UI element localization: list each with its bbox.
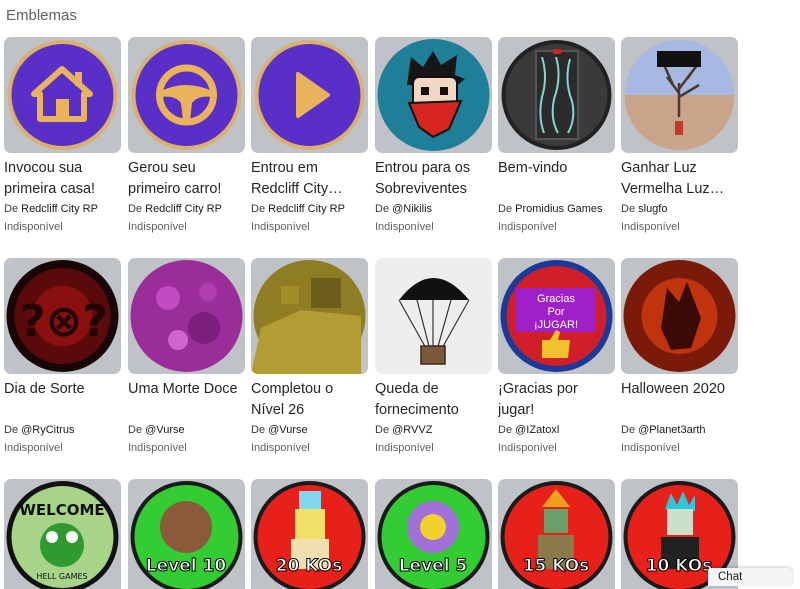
play-icon[interactable] (251, 37, 368, 153)
creator-link[interactable]: @RyCitrus (21, 424, 74, 436)
badge-card[interactable]: 15 KOs (498, 479, 615, 589)
badge-art-text: 20 KOs (276, 556, 343, 576)
badge-art-text: 10 KOs (646, 556, 713, 576)
badge-row: Invocou sua primeira casa! De Redcliff C… (4, 37, 744, 257)
badge-art-text: WELCOME (19, 501, 104, 519)
badge-art-text: Level 5 (399, 556, 468, 576)
badge-card[interactable]: Level 10 (128, 479, 245, 589)
creator-link[interactable]: Promidius Games (515, 203, 602, 215)
parachute-crate-icon[interactable] (375, 258, 492, 374)
badge-status: Indisponível (128, 442, 187, 454)
badge-art-text: Level 10 (146, 556, 227, 576)
badge-name[interactable]: Halloween 2020 (621, 379, 738, 421)
thumbs-up-icon[interactable]: Gracias Por ¡JUGAR! (498, 258, 615, 374)
badge-status: Indisponível (621, 221, 680, 233)
creator-link[interactable]: @Nikilis (392, 203, 432, 215)
badge-creator: De Redcliff City RP (128, 203, 222, 215)
badge-card[interactable]: Ganhar Luz Vermelha Luz… De slugfo Indis… (621, 37, 738, 233)
badge-name[interactable]: Invocou sua primeira casa! (4, 158, 121, 200)
badge-creator: De @Vurse (128, 424, 185, 436)
house-icon[interactable] (4, 37, 121, 153)
badge-creator: De Promidius Games (498, 203, 603, 215)
survivor-face-icon[interactable] (375, 37, 492, 153)
level-5-icon[interactable]: Level 5 (375, 479, 492, 589)
badge-row: ?⊗? Dia de Sorte De @RyCitrus Indisponív… (4, 258, 744, 478)
creator-link[interactable]: Redcliff City RP (268, 203, 345, 215)
badge-row: WELCOME HELL GAMES Level 10 20 KOs Level… (4, 479, 744, 589)
badge-name[interactable]: ¡Gracias por jugar! (498, 379, 615, 421)
halloween-icon[interactable] (621, 258, 738, 374)
creator-link[interactable]: @Vurse (145, 424, 185, 436)
badge-creator: De @Vurse (251, 424, 308, 436)
badge-creator: De @RyCitrus (4, 424, 75, 436)
badge-status: Indisponível (4, 442, 63, 454)
badge-card[interactable]: ?⊗? Dia de Sorte De @RyCitrus Indisponív… (4, 258, 121, 454)
badge-creator: De @Planet3arth (621, 424, 706, 436)
badge-art-text: ¡JUGAR! (534, 319, 578, 331)
creator-link[interactable]: Redcliff City RP (145, 203, 222, 215)
badge-name[interactable]: Gerou seu primeiro carro! (128, 158, 245, 200)
badge-card[interactable]: Entrou em Redcliff City… De Redcliff Cit… (251, 37, 368, 233)
badge-card[interactable]: Halloween 2020 De @Planet3arth Indisponí… (621, 258, 738, 454)
creator-link[interactable]: @Planet3arth (638, 424, 705, 436)
badge-art-text: Por (547, 306, 564, 318)
badge-creator: De Redcliff City RP (251, 203, 345, 215)
badge-creator: De Redcliff City RP (4, 203, 98, 215)
badge-status: Indisponível (4, 221, 63, 233)
badge-name[interactable]: Entrou em Redcliff City… (251, 158, 368, 200)
badge-creator: De @IZatoxl (498, 424, 560, 436)
badge-creator: De @RVVZ (375, 424, 433, 436)
dice-icon[interactable]: ?⊗? (4, 258, 121, 374)
badge-art-text: Gracias (537, 293, 575, 305)
badge-creator: De slugfo (621, 203, 668, 215)
badge-status: Indisponível (621, 442, 680, 454)
badge-card[interactable]: Level 5 (375, 479, 492, 589)
badge-art-text: HELL GAMES (36, 572, 87, 581)
red-light-tree-icon[interactable] (621, 37, 738, 153)
badge-name[interactable]: Ganhar Luz Vermelha Luz… (621, 158, 738, 200)
steering-wheel-icon[interactable] (128, 37, 245, 153)
badge-status: Indisponível (375, 442, 434, 454)
badge-card[interactable]: Gerou seu primeiro carro! De Redcliff Ci… (128, 37, 245, 233)
badge-name[interactable]: Completou o Nível 26 (251, 379, 368, 421)
badge-art-text: 15 KOs (523, 556, 590, 576)
creator-link[interactable]: @Vurse (268, 424, 308, 436)
badge-card[interactable]: Bem-vindo De Promidius Games Indisponíve… (498, 37, 615, 233)
chat-tab[interactable]: Chat (708, 568, 792, 586)
creator-link[interactable]: Redcliff City RP (21, 203, 98, 215)
badge-status: Indisponível (498, 221, 557, 233)
badge-card[interactable]: Uma Morte Doce De @Vurse Indisponível (128, 258, 245, 454)
badge-status: Indisponível (251, 442, 310, 454)
badge-card[interactable]: WELCOME HELL GAMES (4, 479, 121, 589)
20-kos-icon[interactable]: 20 KOs (251, 479, 368, 589)
level-26-icon[interactable] (251, 258, 368, 374)
badge-card[interactable]: 20 KOs (251, 479, 368, 589)
badge-name[interactable]: Uma Morte Doce (128, 379, 245, 421)
section-title: Emblemas (6, 7, 77, 24)
welcome-frog-icon[interactable]: WELCOME HELL GAMES (4, 479, 121, 589)
badge-status: Indisponível (128, 221, 187, 233)
badge-card[interactable]: Completou o Nível 26 De @Vurse Indisponí… (251, 258, 368, 454)
pink-texture-icon[interactable] (128, 258, 245, 374)
svg-text:?⊗?: ?⊗? (20, 296, 108, 347)
creator-link[interactable]: @IZatoxl (515, 424, 559, 436)
badge-card[interactable]: Invocou sua primeira casa! De Redcliff C… (4, 37, 121, 233)
door-icon[interactable] (498, 37, 615, 153)
badge-name[interactable]: Queda de fornecimento (375, 379, 492, 421)
badge-name[interactable]: Dia de Sorte (4, 379, 121, 421)
badge-name[interactable]: Bem-vindo (498, 158, 615, 200)
badge-name[interactable]: Entrou para os Sobreviventes (375, 158, 492, 200)
creator-link[interactable]: slugfo (638, 203, 667, 215)
creator-link[interactable]: @RVVZ (392, 424, 432, 436)
badge-card[interactable]: Entrou para os Sobreviventes De @Nikilis… (375, 37, 492, 233)
badge-status: Indisponível (251, 221, 310, 233)
level-10-icon[interactable]: Level 10 (128, 479, 245, 589)
badge-status: Indisponível (375, 221, 434, 233)
badge-creator: De @Nikilis (375, 203, 433, 215)
badge-card[interactable]: Queda de fornecimento De @RVVZ Indisponí… (375, 258, 492, 454)
badge-status: Indisponível (498, 442, 557, 454)
badge-card[interactable]: Gracias Por ¡JUGAR! ¡Gracias por jugar! … (498, 258, 615, 454)
15-kos-icon[interactable]: 15 KOs (498, 479, 615, 589)
